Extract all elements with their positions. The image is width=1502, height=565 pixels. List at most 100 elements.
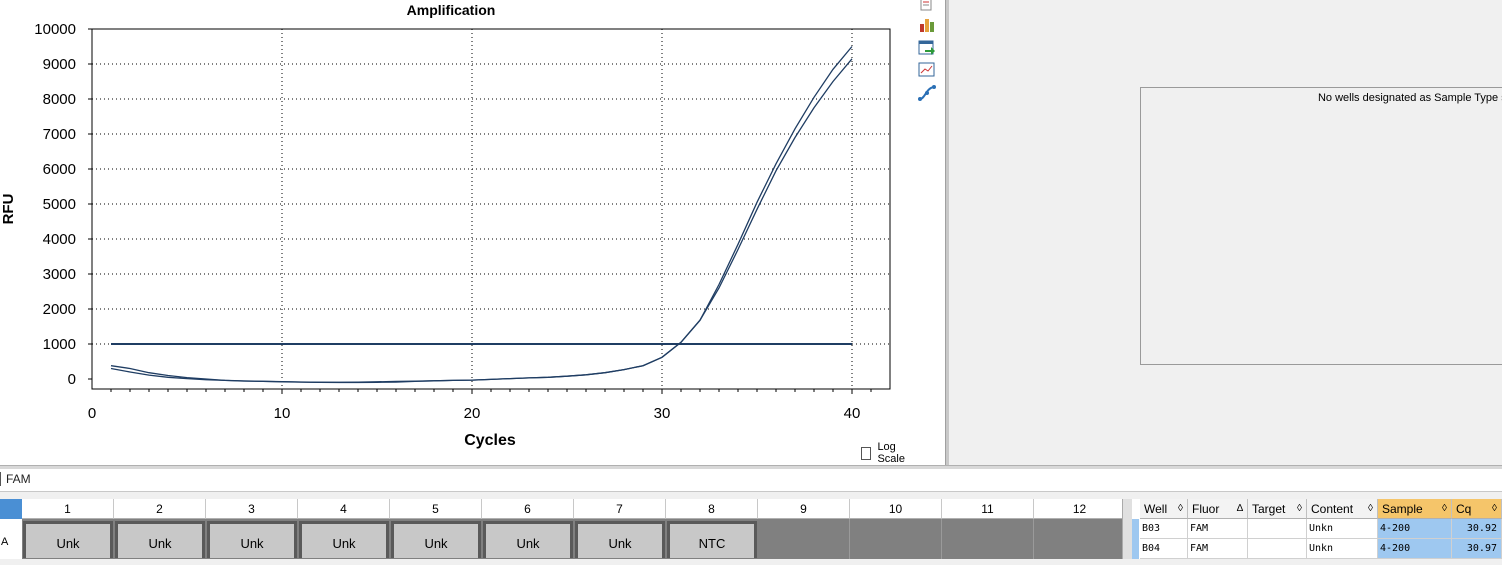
- plate-well-A11[interactable]: [942, 519, 1034, 559]
- plate-well-A4[interactable]: Unk: [299, 521, 389, 558]
- plate-column-header-12[interactable]: 12: [1034, 499, 1126, 519]
- plate-column-header-10[interactable]: 10: [850, 499, 942, 519]
- results-cell-target[interactable]: [1248, 519, 1307, 539]
- results-header-well[interactable]: Well ◊: [1140, 499, 1188, 519]
- zoom-chart-icon[interactable]: [917, 61, 937, 79]
- x-tick-label-1: 10: [274, 405, 291, 422]
- plate-corner[interactable]: [0, 499, 22, 519]
- results-header-fluor[interactable]: Fluor ∆: [1188, 499, 1248, 519]
- log-scale-toggle[interactable]: Log Scale: [861, 441, 915, 465]
- x-tick-label-2: 20: [464, 405, 481, 422]
- results-header-cq[interactable]: Cq ◊: [1452, 499, 1502, 519]
- row-selector[interactable]: [1132, 519, 1139, 559]
- amplification-chart-panel: Amplification 0 1000 2000 3000 4000 5000 6000 7…: [0, 0, 915, 465]
- results-cell-content[interactable]: Unkn: [1307, 519, 1378, 539]
- chart-bars-icon[interactable]: [917, 16, 937, 34]
- row-header[interactable]: A: [0, 519, 22, 559]
- plate-column-header-4[interactable]: 4: [298, 499, 390, 519]
- x-axis-label: Cycles: [464, 432, 516, 449]
- standard-curve-box: No wells designated as Sample Type stand…: [1140, 87, 1502, 365]
- results-header-label: Cq: [1456, 502, 1472, 516]
- y-axis-label: RFU: [0, 194, 17, 225]
- results-header-target[interactable]: Target ◊: [1248, 499, 1307, 519]
- results-cell-cq[interactable]: 30.97: [1452, 539, 1502, 559]
- x-tick-label-0: 0: [88, 405, 96, 422]
- amplification-curves: [110, 46, 853, 384]
- plate-column-header-3[interactable]: 3: [206, 499, 298, 519]
- log-scale-checkbox[interactable]: [861, 446, 872, 460]
- sort-icon[interactable]: ∆: [1237, 499, 1243, 519]
- results-cell-fluor[interactable]: FAM: [1188, 519, 1248, 539]
- results-cell-content[interactable]: Unkn: [1307, 539, 1378, 559]
- plate-well-A1[interactable]: Unk: [23, 521, 113, 558]
- plate-column-header-7[interactable]: 7: [574, 499, 666, 519]
- plate-well-A9[interactable]: [758, 519, 850, 559]
- results-header-content[interactable]: Content ◊: [1307, 499, 1378, 519]
- plate-column-header-6[interactable]: 6: [482, 499, 574, 519]
- y-axis: 0 1000 2000 3000 4000 5000 6000 7000 8000 9000 100…: [34, 21, 92, 388]
- export-icon[interactable]: [917, 39, 937, 57]
- y-tick-label-9: 9000: [43, 56, 76, 73]
- plate-well-A12[interactable]: [1034, 519, 1126, 559]
- fluorophore-bar: FAM: [0, 469, 1502, 492]
- results-cell-fluor[interactable]: FAM: [1188, 539, 1248, 559]
- y-tick-label-3: 3000: [43, 266, 76, 283]
- fluor-label[interactable]: FAM: [6, 472, 31, 486]
- y-tick-label-10: 10000: [34, 21, 76, 38]
- results-header-label: Well: [1144, 502, 1168, 516]
- y-tick-label-8: 8000: [43, 91, 76, 108]
- results-cell-well[interactable]: B04: [1140, 539, 1188, 559]
- amplification-curve-2[interactable]: [110, 46, 853, 384]
- results-header-label: Target: [1252, 502, 1286, 516]
- results-header-label: Fluor: [1192, 502, 1220, 516]
- plate-well-A10[interactable]: [850, 519, 942, 559]
- x-tick-label-3: 30: [654, 405, 671, 422]
- chart-title: Amplification: [407, 2, 496, 18]
- chart-grid: [92, 28, 890, 389]
- plate-well-A7[interactable]: Unk: [575, 521, 665, 558]
- copy-icon[interactable]: [917, 0, 937, 14]
- plate-column-header-9[interactable]: 9: [758, 499, 850, 519]
- plate-well-A3[interactable]: Unk: [207, 521, 297, 558]
- results-header-label: Sample: [1382, 502, 1423, 516]
- results-cell-sample[interactable]: 4-200: [1378, 539, 1452, 559]
- amplification-curve-1[interactable]: [110, 58, 853, 383]
- curve-icon[interactable]: [917, 84, 937, 102]
- sort-icon[interactable]: ◊: [1297, 499, 1302, 519]
- results-cell-sample[interactable]: 4-200: [1378, 519, 1452, 539]
- plot-frame: [91, 28, 891, 390]
- plate-view: A 1 Unk 2 Unk 3 Unk 4 Unk 5 Unk 6 Unk 7 Unk 8 NTC 9 10 11 1…: [0, 499, 1126, 559]
- amplification-chart: Amplification 0 1000 2000 3000 4000 5000 6000 7…: [0, 2, 891, 449]
- y-tick-label-4: 4000: [43, 231, 76, 248]
- plate-column-header-5[interactable]: 5: [390, 499, 482, 519]
- plate-well-A6[interactable]: Unk: [483, 521, 573, 558]
- y-tick-label-1: 1000: [43, 336, 76, 353]
- plate-column-header-1[interactable]: 1: [22, 499, 114, 519]
- plate-column-header-11[interactable]: 11: [942, 499, 1034, 519]
- y-tick-label-6: 6000: [43, 161, 76, 178]
- plate-well-A8[interactable]: NTC: [667, 521, 757, 558]
- y-tick-label-2: 2000: [43, 301, 76, 318]
- sort-icon[interactable]: ◊: [1368, 499, 1373, 519]
- plate-column-header-2[interactable]: 2: [114, 499, 206, 519]
- chart-toolbar: [915, 0, 945, 465]
- results-cell-cq[interactable]: 30.92: [1452, 519, 1502, 539]
- results-table: Well ◊ Fluor ∆ Target ◊ Content ◊ Sample ◊ Cq ◊ B03 F…: [1132, 499, 1502, 559]
- results-header-label: Content: [1311, 502, 1354, 516]
- log-scale-label: Log Scale: [877, 441, 905, 465]
- x-axis: 0 10 20 30 40: [88, 389, 872, 422]
- no-standard-message: No wells designated as Sample Type stand…: [1317, 92, 1502, 104]
- sort-icon[interactable]: ◊: [1492, 499, 1497, 519]
- plate-well-A2[interactable]: Unk: [115, 521, 205, 558]
- results-cell-well[interactable]: B03: [1140, 519, 1188, 539]
- sort-icon[interactable]: ◊: [1442, 499, 1447, 519]
- x-tick-label-4: 40: [844, 405, 861, 422]
- sort-icon[interactable]: ◊: [1178, 499, 1183, 519]
- y-tick-label-0: 0: [68, 371, 76, 388]
- plate-column-header-8[interactable]: 8: [666, 499, 758, 519]
- y-tick-label-7: 7000: [43, 126, 76, 143]
- fluor-color-marker: [0, 472, 1, 486]
- plate-well-A5[interactable]: Unk: [391, 521, 481, 558]
- results-cell-target[interactable]: [1248, 539, 1307, 559]
- results-header-sample[interactable]: Sample ◊: [1378, 499, 1452, 519]
